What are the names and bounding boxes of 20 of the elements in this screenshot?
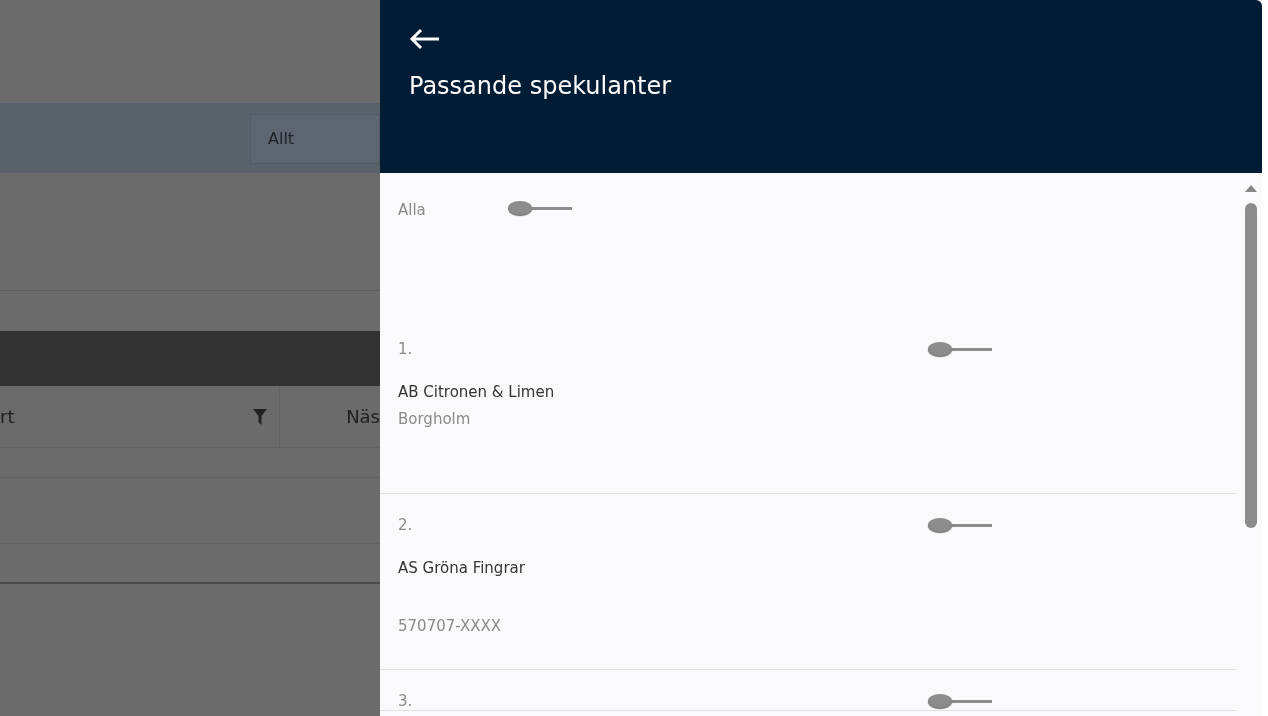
item-number: 1.: [398, 340, 414, 358]
filter-field[interactable]: Allt: [250, 113, 380, 164]
item-number: 3.: [398, 692, 414, 710]
toggle-switch[interactable]: [928, 694, 992, 708]
toggle-switch[interactable]: [508, 201, 572, 215]
toggle-label: Alla: [398, 201, 427, 219]
company-detail: Borgholm: [398, 410, 472, 428]
company-name: AB Citronen & Limen: [398, 383, 556, 401]
company-name: AS Gröna Fingrar: [398, 559, 526, 577]
company-detail: 570707-XXXX: [398, 617, 503, 635]
item-number: 2.: [398, 516, 414, 534]
panel-title: Passande spekulanter: [409, 72, 673, 100]
back-arrow-icon[interactable]: [409, 28, 441, 50]
column-header[interactable]: Näs: [280, 386, 380, 447]
column-header[interactable]: rt: [0, 386, 280, 447]
scroll-up-icon[interactable]: [1245, 185, 1257, 192]
toggle-switch[interactable]: [928, 518, 992, 532]
scrollbar-thumb[interactable]: [1245, 203, 1257, 528]
toggle-switch[interactable]: [928, 342, 992, 356]
filter-icon[interactable]: [253, 408, 267, 425]
